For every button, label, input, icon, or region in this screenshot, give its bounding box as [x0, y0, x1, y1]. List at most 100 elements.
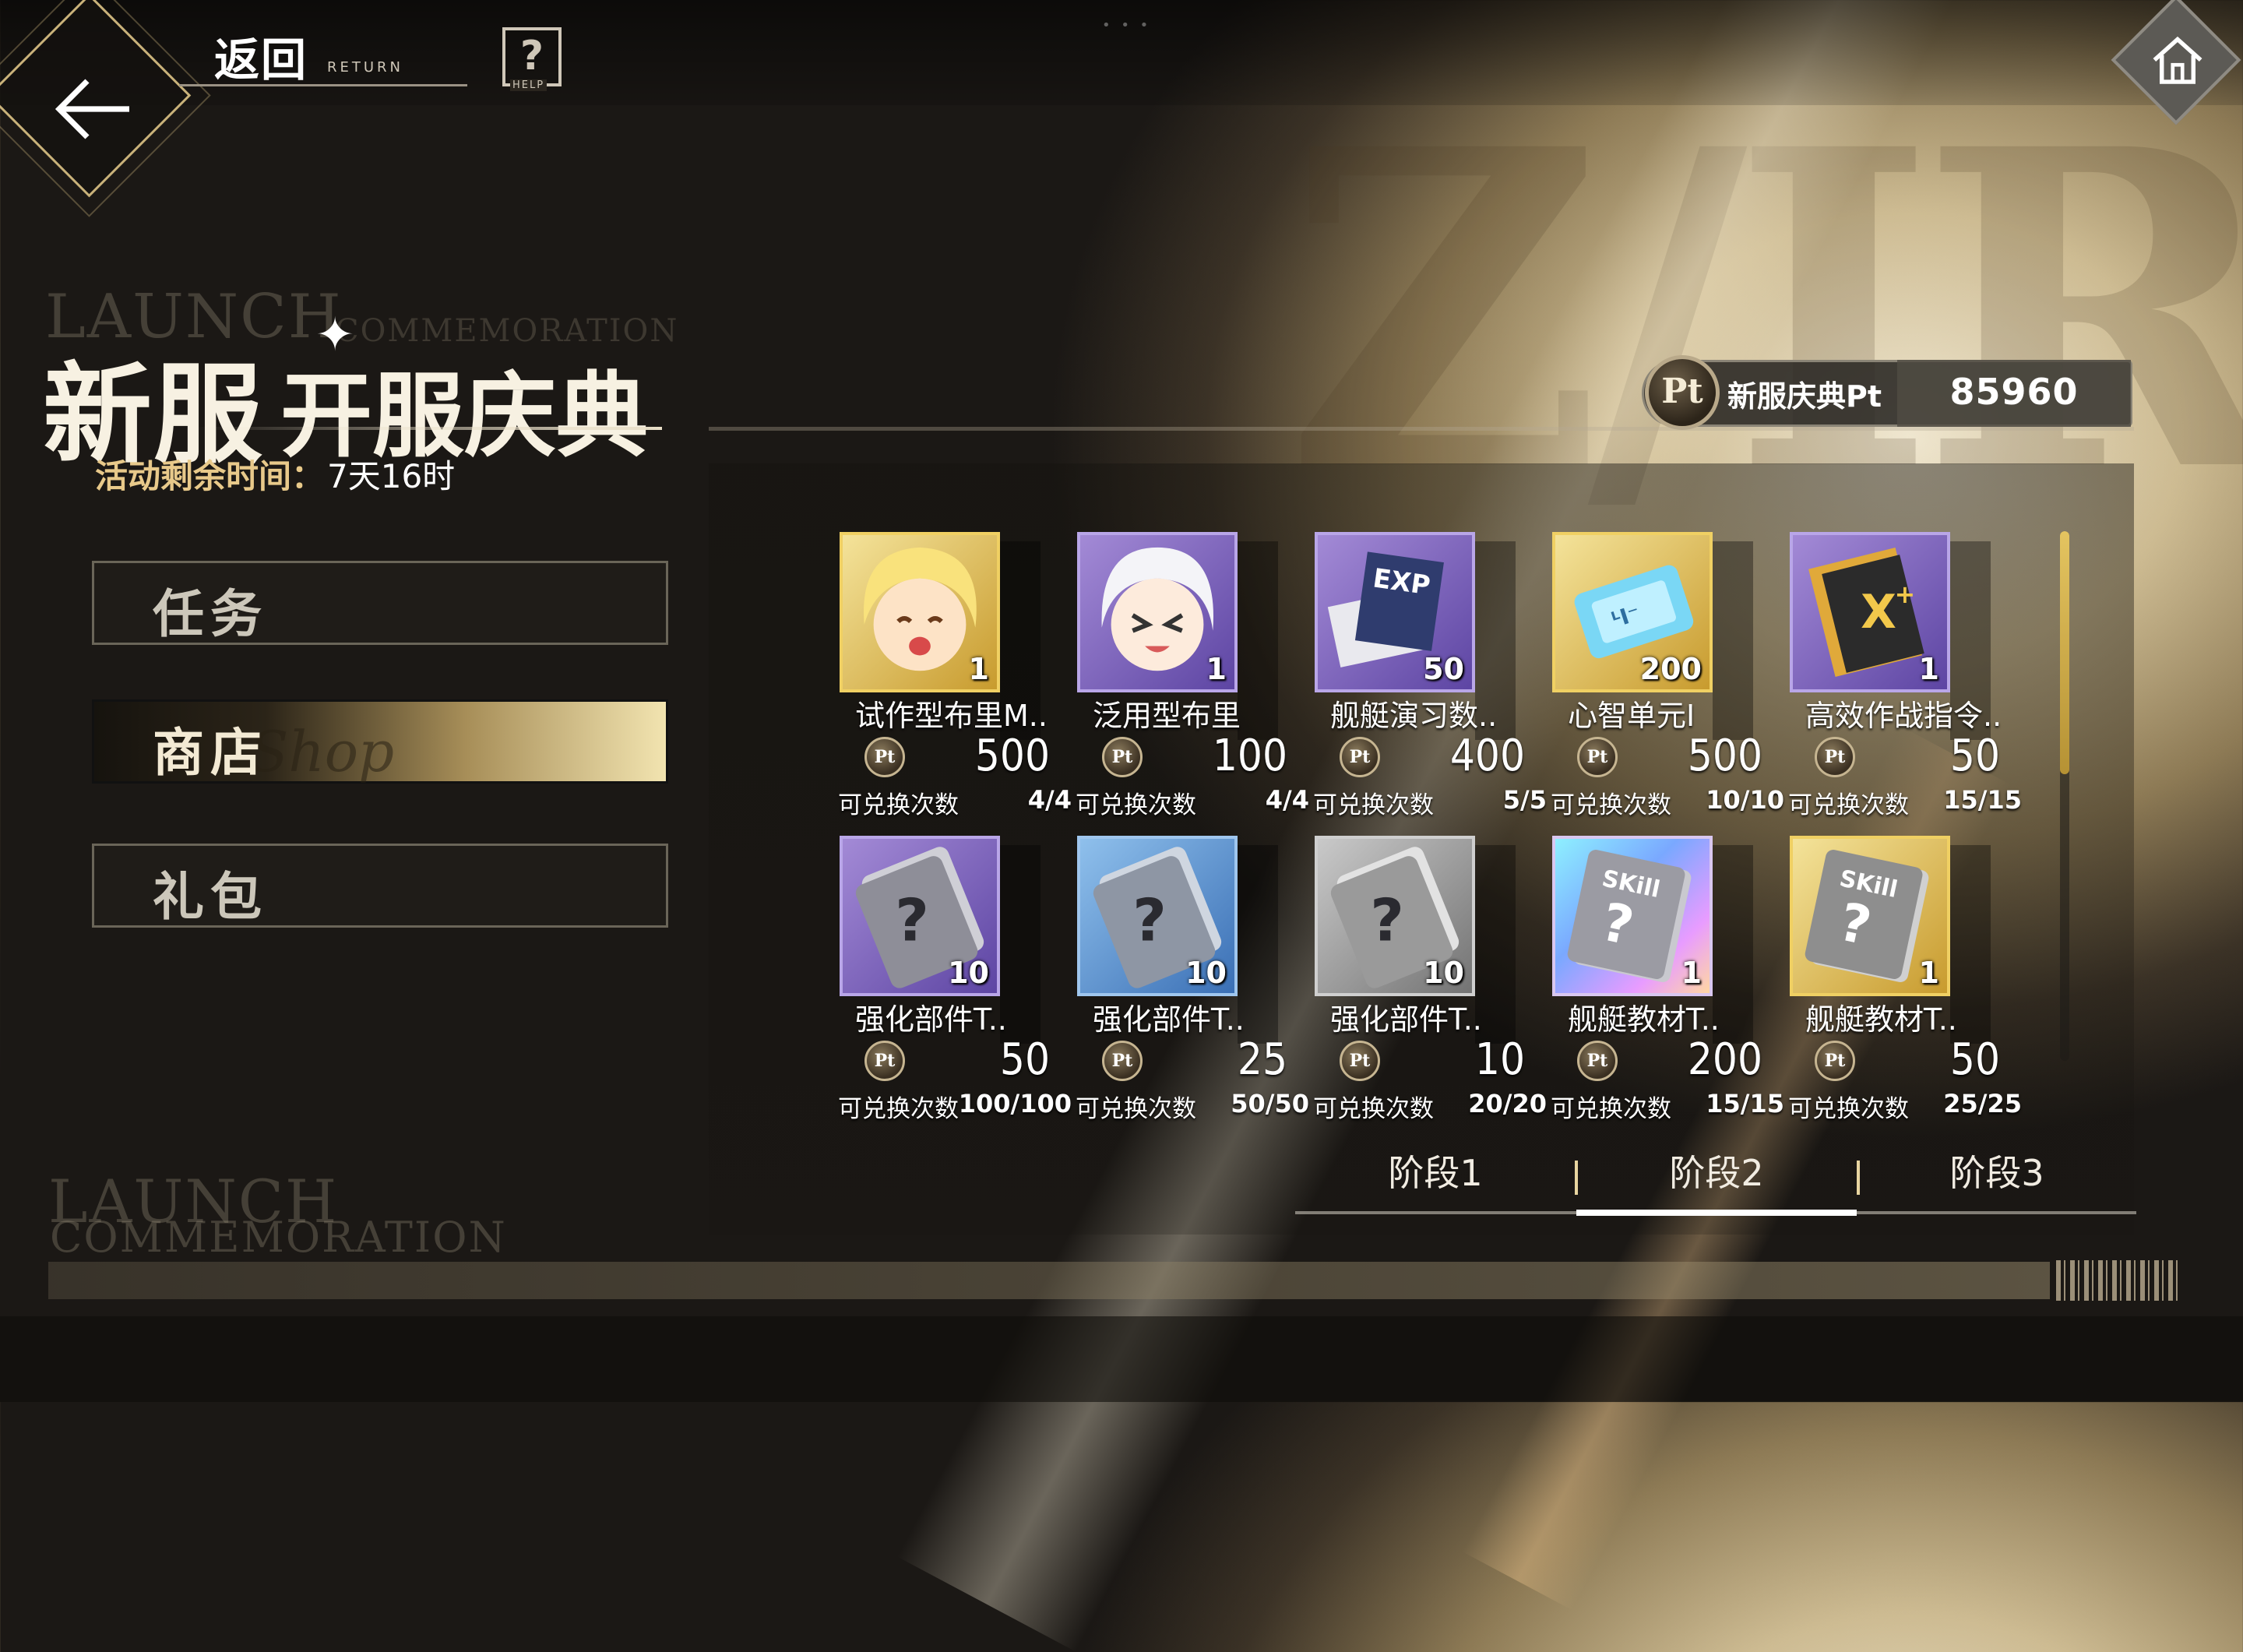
pt-coin-icon: Pt	[1815, 737, 1855, 777]
exchange-count: 4/4	[1027, 785, 1072, 815]
pt-coin-icon: Pt	[1645, 355, 1720, 430]
exchange-count: 15/15	[1943, 785, 2022, 815]
remaining-time-label: 活动剩余时间：	[95, 457, 325, 495]
nav-tab-tasks[interactable]: 任务	[92, 561, 668, 645]
skill-book-icon: SKill ? 1	[1552, 836, 1713, 996]
tab-stage-2[interactable]: 阶段2	[1576, 1145, 1857, 1196]
mind-unit-chip-icon: ᴸI⁻ 200	[1552, 532, 1713, 692]
pt-coin-icon: Pt	[1815, 1041, 1855, 1081]
top-bar	[0, 0, 2243, 105]
pt-coin-icon: Pt	[1102, 737, 1143, 777]
exchange-label: 可兑换次数	[1788, 791, 1909, 819]
tab-stage-1[interactable]: 阶段1	[1295, 1145, 1576, 1196]
shop-item[interactable]: SKill ? 1 舰艇教材T.. Pt 200 可兑换次数 15/15	[1551, 836, 1790, 1132]
shop-item[interactable]: SKill ? 1 舰艇教材T.. Pt 50 可兑换次数 25/25	[1788, 836, 2027, 1132]
shop-item[interactable]: ? 10 强化部件T.. Pt 25 可兑换次数 50/50	[1076, 836, 1315, 1132]
exchange-label: 可兑换次数	[1551, 791, 1671, 819]
item-price: 100	[1212, 731, 1287, 781]
character-portrait-icon: 1	[1077, 532, 1238, 692]
back-arrow-icon[interactable]	[45, 62, 139, 156]
exchange-count: 15/15	[1706, 1089, 1784, 1118]
item-price: 500	[1687, 731, 1762, 781]
pt-coin-icon: Pt	[1577, 1041, 1618, 1081]
svg-text:X: X	[1861, 586, 1896, 639]
exchange-count: 20/20	[1468, 1089, 1547, 1118]
item-quantity: 200	[1639, 652, 1702, 686]
item-price: 50	[999, 1034, 1050, 1085]
nav-tab-label: 商店	[153, 723, 268, 783]
shop-item[interactable]: ᴸI⁻ 200 心智单元I Pt 500 可兑换次数 10/10	[1551, 532, 1790, 828]
item-name: 泛用型布里	[1093, 699, 1241, 733]
exchange-count: 100/100	[958, 1089, 1072, 1118]
item-quantity: 10	[1185, 956, 1227, 990]
home-icon[interactable]	[2147, 30, 2208, 90]
help-sublabel: HELP	[510, 79, 548, 91]
item-name: 强化部件T..	[1330, 1002, 1482, 1037]
item-shadow	[1238, 541, 1278, 740]
exchange-label: 可兑换次数	[1313, 791, 1434, 819]
item-price: 50	[1949, 731, 2000, 781]
pt-coin-icon: Pt	[1102, 1041, 1143, 1081]
upgrade-part-book-icon: ? 10	[1315, 836, 1475, 996]
item-quantity: 1	[1918, 956, 1939, 990]
skill-book-icon: SKill ? 1	[1790, 836, 1950, 996]
pt-coin-icon: Pt	[864, 737, 905, 777]
item-name: 舰艇教材T..	[1568, 1002, 1720, 1037]
character-portrait-icon: 1	[840, 532, 1000, 692]
tab-active-indicator	[1576, 1210, 1857, 1216]
shop-item[interactable]: 1 试作型布里M.. Pt 500 可兑换次数 4/4	[838, 532, 1077, 828]
shop-item[interactable]: X + 1 高效作战指令.. Pt 50 可兑换次数 15/15	[1788, 532, 2027, 828]
command-book-icon: X + 1	[1790, 532, 1950, 692]
shop-item[interactable]: EXP 50 舰艇演习数.. Pt 400 可兑换次数 5/5	[1313, 532, 1552, 828]
item-quantity: 1	[1206, 652, 1227, 686]
item-price: 50	[1949, 1034, 2000, 1085]
item-price: 10	[1474, 1034, 1525, 1085]
nav-tab-deco: Shop	[250, 719, 395, 784]
shop-item[interactable]: ? 10 强化部件T.. Pt 50 可兑换次数 100/100	[838, 836, 1077, 1132]
svg-text:?: ?	[1370, 886, 1404, 955]
item-quantity: 1	[1681, 956, 1702, 990]
item-quantity: 50	[1423, 652, 1464, 686]
exchange-label: 可兑换次数	[1551, 1095, 1671, 1123]
svg-text:?: ?	[1132, 886, 1167, 955]
shop-item[interactable]: 1 泛用型布里 Pt 100 可兑换次数 4/4	[1076, 532, 1315, 828]
footer-watermark: COMMEMORATION	[50, 1213, 507, 1262]
remaining-time: 活动剩余时间：7天16时	[95, 450, 455, 498]
exchange-label: 可兑换次数	[838, 791, 959, 819]
nav-tab-label: 礼包	[153, 867, 268, 927]
nav-tab-label: 任务	[153, 584, 268, 644]
drag-handle: • • •	[1102, 17, 1152, 33]
item-name: 高效作战指令..	[1805, 699, 2002, 733]
item-name: 舰艇教材T..	[1805, 1002, 1957, 1037]
pt-coin-icon: Pt	[864, 1041, 905, 1081]
barcode-decor	[2056, 1260, 2181, 1301]
exchange-label: 可兑换次数	[1788, 1095, 1909, 1123]
item-quantity: 1	[1918, 652, 1939, 686]
nav-tab-gift-pack[interactable]: 礼包	[92, 844, 668, 928]
currency-value: 85960	[1949, 371, 2079, 413]
bottom-decor-bar	[48, 1262, 2050, 1299]
title-underline	[195, 427, 662, 430]
item-name: 试作型布里M..	[855, 699, 1048, 733]
svg-text:+: +	[1895, 581, 1916, 609]
exp-book-icon: EXP 50	[1315, 532, 1475, 692]
scrollbar-thumb[interactable]	[2060, 531, 2069, 774]
upgrade-part-book-icon: ? 10	[1077, 836, 1238, 996]
item-price: 500	[974, 731, 1050, 781]
item-quantity: 10	[948, 956, 989, 990]
sparkle-icon: ✦	[315, 308, 355, 362]
exchange-count: 10/10	[1706, 785, 1784, 815]
tab-stage-3[interactable]: 阶段3	[1857, 1145, 2137, 1196]
shop-item[interactable]: ? 10 强化部件T.. Pt 10 可兑换次数 20/20	[1313, 836, 1552, 1132]
pt-coin-icon: Pt	[1340, 1041, 1380, 1081]
item-quantity: 10	[1423, 956, 1464, 990]
item-name: 心智单元I	[1568, 699, 1695, 733]
back-label[interactable]: 返回	[214, 23, 308, 89]
bottom-strip	[0, 1316, 2243, 1402]
nav-tab-shop[interactable]: Shop 商店	[92, 699, 668, 784]
exchange-label: 可兑换次数	[838, 1095, 959, 1123]
item-price: 400	[1449, 731, 1525, 781]
item-shadow	[1713, 541, 1753, 740]
help-button[interactable]: ?	[502, 27, 562, 86]
exchange-count: 50/50	[1231, 1089, 1309, 1118]
